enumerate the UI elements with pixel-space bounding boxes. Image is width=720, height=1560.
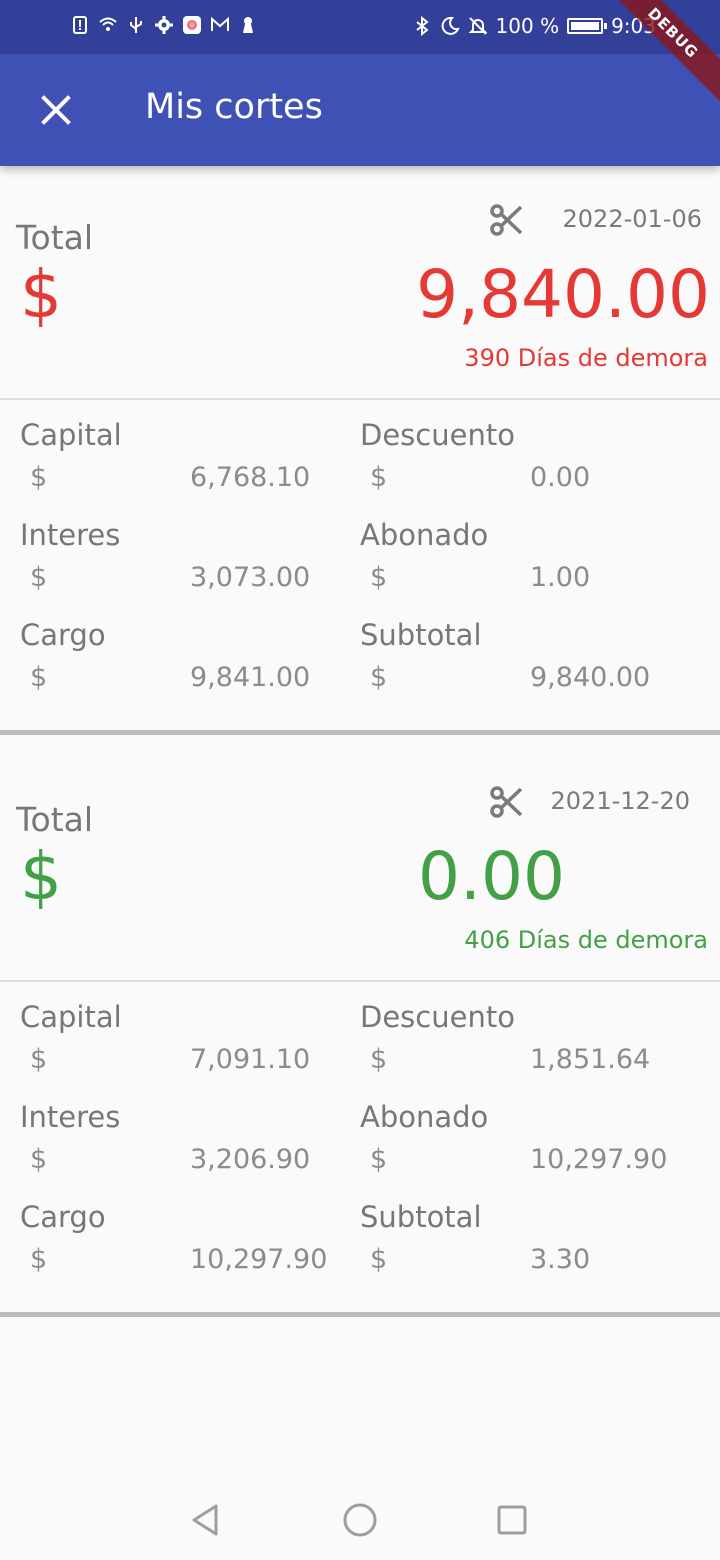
item-value: 3.30	[530, 1244, 591, 1275]
item-currency: $	[30, 462, 48, 493]
item-currency: $	[30, 562, 48, 593]
item-value: 9,840.00	[530, 662, 651, 693]
item-value: 1,851.64	[530, 1044, 651, 1075]
status-bar: 100 % 9:03	[0, 0, 720, 54]
corte-breakdown: Capital $ 6,768.10 Descuento $ 0.00 Inte…	[0, 400, 720, 735]
close-icon	[41, 95, 71, 125]
status-right: 100 % 9:03	[412, 14, 656, 38]
item-label: Descuento	[360, 418, 515, 452]
scissors-icon[interactable]	[486, 200, 526, 240]
corte-date: 2022-01-06	[562, 205, 702, 233]
page-title: Mis cortes	[145, 87, 323, 127]
item-label: Abonado	[360, 1100, 489, 1134]
recents-icon[interactable]	[492, 1500, 532, 1540]
item-value: 10,297.90	[530, 1144, 668, 1175]
bluetooth-icon	[412, 15, 432, 37]
usb-icon	[126, 14, 146, 36]
item-currency: $	[30, 662, 48, 693]
status-left-icons	[70, 14, 258, 36]
breakdown-item-descuento: Descuento $ 0.00	[340, 400, 680, 500]
home-icon[interactable]	[340, 1500, 380, 1540]
total-label: Total	[16, 218, 94, 257]
breakdown-item-interes: Interes $ 3,073.00	[0, 500, 340, 600]
item-currency: $	[370, 562, 388, 593]
item-value: 1.00	[530, 562, 591, 593]
item-label: Capital	[20, 418, 122, 452]
corte-card: 2021-12-20 Total $ 0.00 406 Días de demo…	[0, 748, 720, 1317]
app-bar: Mis cortes	[0, 54, 720, 166]
item-currency: $	[30, 1244, 48, 1275]
corte-breakdown: Capital $ 7,091.10 Descuento $ 1,851.64 …	[0, 982, 720, 1317]
breakdown-item-subtotal: Subtotal $ 3.30	[340, 1182, 680, 1282]
item-label: Interes	[20, 1100, 121, 1134]
gmail-icon	[210, 14, 230, 36]
item-value: 6,768.10	[190, 462, 311, 493]
back-icon[interactable]	[186, 1500, 226, 1540]
wifi-icon	[98, 14, 118, 36]
item-value: 3,206.90	[190, 1144, 311, 1175]
keyhole-icon	[238, 14, 258, 36]
item-label: Capital	[20, 1000, 122, 1034]
breakdown-item-capital: Capital $ 7,091.10	[0, 982, 340, 1082]
item-value: 10,297.90	[190, 1244, 328, 1275]
item-label: Abonado	[360, 518, 489, 552]
battery-icon	[567, 18, 608, 34]
item-value: 9,841.00	[190, 662, 311, 693]
item-label: Subtotal	[360, 1200, 482, 1234]
breakdown-item-capital: Capital $ 6,768.10	[0, 400, 340, 500]
moon-icon	[440, 15, 460, 37]
settings-icon	[154, 14, 174, 36]
alert-icon	[70, 14, 90, 36]
corte-header: 2022-01-06 Total $ 9,840.00 390 Días de …	[0, 166, 720, 400]
close-button[interactable]	[28, 82, 84, 138]
breakdown-item-interes: Interes $ 3,206.90	[0, 1082, 340, 1182]
item-currency: $	[370, 462, 388, 493]
item-label: Descuento	[360, 1000, 515, 1034]
system-nav-bar	[0, 1478, 720, 1560]
item-value: 7,091.10	[190, 1044, 311, 1075]
item-label: Cargo	[20, 1200, 106, 1234]
item-currency: $	[370, 662, 388, 693]
battery-percent: 100 %	[495, 14, 560, 38]
item-label: Cargo	[20, 618, 106, 652]
item-label: Interes	[20, 518, 121, 552]
total-label: Total	[16, 800, 94, 839]
delay-text: 390 Días de demora	[464, 344, 708, 372]
item-currency: $	[370, 1044, 388, 1075]
breakdown-item-abonado: Abonado $ 1.00	[340, 500, 680, 600]
total-amount: 9,840.00	[416, 256, 710, 333]
breakdown-item-abonado: Abonado $ 10,297.90	[340, 1082, 680, 1182]
app-icon	[182, 14, 202, 36]
item-currency: $	[370, 1244, 388, 1275]
breakdown-item-subtotal: Subtotal $ 9,840.00	[340, 600, 680, 700]
corte-card: 2022-01-06 Total $ 9,840.00 390 Días de …	[0, 166, 720, 735]
corte-date: 2021-12-20	[550, 787, 690, 815]
total-amount: 0.00	[418, 838, 565, 915]
item-value: 3,073.00	[190, 562, 311, 593]
item-label: Subtotal	[360, 618, 482, 652]
total-currency: $	[20, 838, 62, 915]
corte-header: 2021-12-20 Total $ 0.00 406 Días de demo…	[0, 748, 720, 982]
item-value: 0.00	[530, 462, 591, 493]
delay-text: 406 Días de demora	[464, 926, 708, 954]
bell-off-icon	[468, 15, 488, 37]
item-currency: $	[30, 1044, 48, 1075]
scissors-icon[interactable]	[486, 782, 526, 822]
breakdown-item-descuento: Descuento $ 1,851.64	[340, 982, 680, 1082]
item-currency: $	[30, 1144, 48, 1175]
total-currency: $	[20, 256, 62, 333]
breakdown-item-cargo: Cargo $ 9,841.00	[0, 600, 340, 700]
breakdown-item-cargo: Cargo $ 10,297.90	[0, 1182, 340, 1282]
item-currency: $	[370, 1144, 388, 1175]
